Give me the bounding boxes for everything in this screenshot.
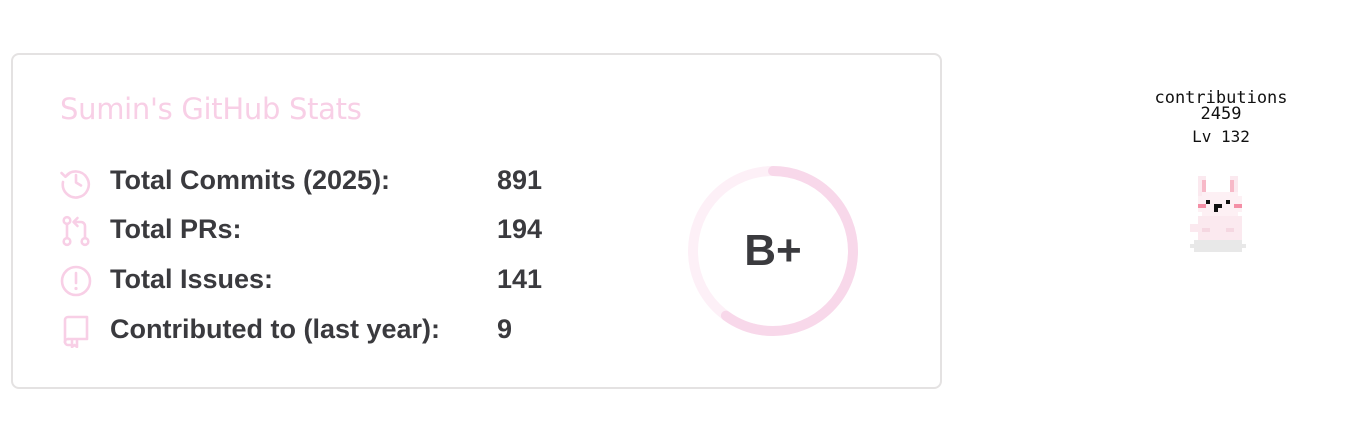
stat-label: Total PRs:: [110, 214, 242, 244]
card-title: Sumin's GitHub Stats: [60, 92, 362, 126]
contributions-count: 2459: [1200, 104, 1242, 124]
stat-value: 194: [497, 214, 543, 244]
stat-label: Total Commits (2025):: [110, 165, 391, 195]
pull-request-icon: [59, 214, 93, 248]
stat-value: 891: [497, 165, 543, 195]
stat-label: Contributed to (last year):: [110, 314, 441, 344]
stat-row-contributed: Contributed to (last year): 9: [59, 312, 579, 348]
repo-icon: [59, 314, 93, 348]
stat-row-issues: Total Issues: 141: [59, 262, 579, 298]
stat-label: Total Issues:: [110, 264, 274, 294]
pet-level: Lv 132: [1192, 127, 1250, 146]
issue-icon: [59, 264, 93, 298]
stat-value: 9: [497, 314, 513, 344]
stat-row-commits: Total Commits (2025): 891: [59, 163, 579, 199]
github-stats-card: Sumin's GitHub Stats Total Commits (2025…: [11, 53, 942, 389]
rank-circle: B+: [685, 163, 861, 339]
stat-value: 141: [497, 264, 543, 294]
rank-grade: B+: [744, 226, 802, 275]
history-icon: [59, 165, 93, 199]
pixel-rabbit-icon: [1178, 172, 1258, 256]
stat-row-prs: Total PRs: 194: [59, 212, 579, 248]
contribution-pet: contributions 2459 Lv 132: [1140, 86, 1302, 266]
